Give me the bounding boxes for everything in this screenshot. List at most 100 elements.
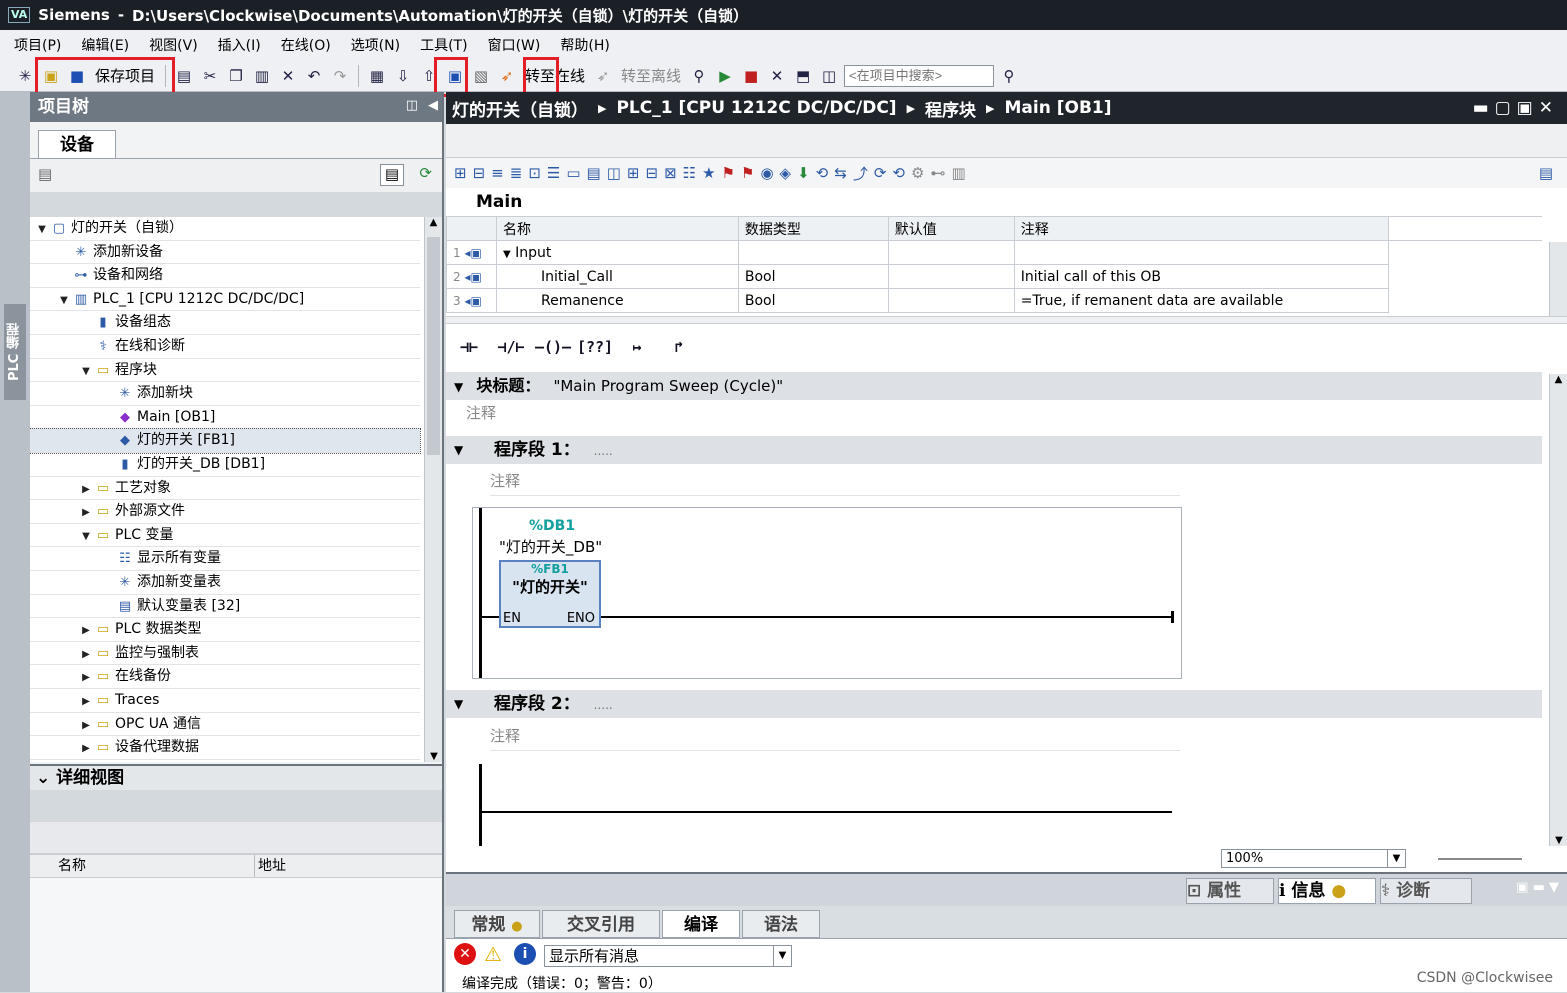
fb-call-box[interactable]: %FB1 "灯的开关" EN ENO: [499, 560, 601, 628]
tree-item[interactable]: ▶▭OPC UA 通信: [30, 713, 420, 737]
breadcrumb-main[interactable]: Main [OB1]: [1005, 98, 1112, 118]
eno-pin[interactable]: ENO: [567, 611, 595, 626]
block-comment[interactable]: 注释: [466, 402, 496, 423]
new-project-icon[interactable]: ✳: [14, 65, 36, 87]
info-filter-icon[interactable]: i: [514, 943, 536, 965]
tree-item[interactable]: ▶▭工艺对象: [30, 477, 420, 501]
go-online-icon[interactable]: ➶: [496, 65, 518, 87]
tree-item[interactable]: ▮设备组态: [30, 311, 420, 335]
warning-filter-icon[interactable]: ⚠: [484, 943, 502, 965]
table-row[interactable]: 2 ◂▣ Initial_Call Bool Initial call of t…: [447, 265, 1543, 289]
tab-compile[interactable]: 编译: [662, 910, 740, 938]
copy-icon[interactable]: ❐: [225, 65, 247, 87]
param-type[interactable]: [738, 241, 888, 265]
editor-scrollbar[interactable]: ▲ ▼: [1549, 374, 1567, 846]
snapshot-icon[interactable]: ⟲: [816, 164, 829, 182]
breadcrumb-project[interactable]: 灯的开关（自锁）: [452, 96, 588, 121]
start-simulation-icon[interactable]: ▣: [444, 65, 466, 87]
expand-down-icon[interactable]: ▼: [78, 525, 94, 549]
param-default[interactable]: [888, 265, 1014, 289]
param-type[interactable]: Bool: [738, 289, 888, 313]
param-name[interactable]: Initial_Call: [496, 265, 738, 289]
col-comment-header[interactable]: 注释: [1014, 217, 1388, 241]
go-online-button[interactable]: 转至在线: [522, 65, 588, 86]
split-vertical-icon[interactable]: ◫: [818, 65, 840, 87]
tree-item[interactable]: ▶▭在线备份: [30, 665, 420, 689]
compare-icon[interactable]: ⇆: [834, 164, 847, 182]
tab-devices[interactable]: 设备: [38, 130, 116, 158]
empty-box-icon[interactable]: [??]: [576, 328, 614, 366]
param-default[interactable]: [888, 241, 1014, 265]
tree-item[interactable]: ▶▭外部源文件: [30, 500, 420, 524]
network-1-comment[interactable]: 注释: [490, 470, 1180, 496]
error-filter-icon[interactable]: ✕: [454, 943, 476, 965]
insert-row-icon[interactable]: ≡: [491, 164, 504, 182]
tree-item[interactable]: ▼▭PLC 变量: [30, 524, 420, 548]
expand-right-icon[interactable]: ▶: [78, 737, 94, 761]
network-2-comment[interactable]: 注释: [490, 725, 1180, 751]
window-controls[interactable]: ▬▢▣✕: [1473, 98, 1559, 118]
update-calls-icon[interactable]: ⬇: [797, 164, 810, 182]
menu-view[interactable]: 视图(V): [149, 35, 198, 55]
expand-right-icon[interactable]: ▶: [78, 478, 94, 502]
breadcrumb-blocks[interactable]: 程序块: [925, 96, 976, 121]
compile-icon[interactable]: ▦: [366, 65, 388, 87]
refresh-icon[interactable]: ⟳: [419, 164, 432, 182]
plc-programming-tab[interactable]: PLC 编程: [4, 304, 26, 400]
insert-network-icon[interactable]: ⊞: [454, 164, 467, 182]
lock-icon[interactable]: ▥: [951, 164, 965, 182]
tree-item[interactable]: ▼▢灯的开关（自锁）: [30, 217, 420, 241]
param-comment[interactable]: [1014, 241, 1388, 265]
tree-item[interactable]: ▤默认变量表 [32]: [30, 595, 420, 619]
layout-toggle-icon[interactable]: ▤: [1539, 164, 1553, 182]
menu-tools[interactable]: 工具(T): [420, 35, 467, 55]
menu-insert[interactable]: 插入(I): [218, 35, 261, 55]
stop-simulation-icon[interactable]: ▧: [470, 65, 492, 87]
save-project-button[interactable]: 保存项目: [92, 65, 158, 86]
col-name-header[interactable]: 名称: [496, 217, 738, 241]
param-type[interactable]: Bool: [738, 265, 888, 289]
upload-icon[interactable]: ⇧: [418, 65, 440, 87]
menu-help[interactable]: 帮助(H): [560, 35, 609, 55]
network-overview-icon[interactable]: ⊠: [664, 164, 677, 182]
project-search-input[interactable]: [844, 65, 994, 87]
zoom-select[interactable]: 100% ▼: [1221, 849, 1406, 868]
search-icon[interactable]: ⚲: [998, 65, 1020, 87]
interface-scrollbar[interactable]: [1549, 242, 1567, 316]
library-icon[interactable]: ⤴: [853, 163, 868, 184]
tree-scrollbar[interactable]: ▲ ▼: [424, 217, 442, 762]
param-default[interactable]: [888, 289, 1014, 313]
network-title-placeholder[interactable]: .....: [594, 698, 613, 712]
delete-icon[interactable]: ✕: [277, 65, 299, 87]
tab-diagnostics[interactable]: ⚕ 诊断: [1380, 878, 1472, 904]
go-offline-icon[interactable]: ➶: [592, 65, 614, 87]
open-all-icon[interactable]: ⊞: [627, 164, 640, 182]
open-project-icon[interactable]: ▣: [40, 65, 62, 87]
en-pin[interactable]: EN: [503, 611, 521, 626]
breadcrumb-plc[interactable]: PLC_1 [CPU 1212C DC/DC/DC]: [616, 98, 896, 118]
scroll-down-icon[interactable]: ▼: [1550, 835, 1567, 846]
menu-edit[interactable]: 编辑(E): [81, 35, 129, 55]
glasses-icon[interactable]: ⊷: [930, 164, 945, 182]
tab-cross-reference[interactable]: 交叉引用: [542, 910, 660, 938]
stop-monitoring-icon[interactable]: ⟲: [892, 164, 905, 182]
param-comment[interactable]: =True, if remanent data are available: [1014, 289, 1388, 313]
close-branch-icon[interactable]: ↱: [660, 328, 698, 366]
scroll-up-icon[interactable]: ▲: [1550, 374, 1567, 385]
download-icon[interactable]: ⇩: [392, 65, 414, 87]
menu-online[interactable]: 在线(O): [281, 35, 331, 55]
no-contact-icon[interactable]: ⊣⊢: [450, 328, 488, 366]
splitter[interactable]: [446, 316, 1567, 324]
tree-item[interactable]: ✳添加新块: [30, 382, 420, 406]
nc-contact-icon[interactable]: ⊣/⊢: [492, 328, 530, 366]
tree-item[interactable]: ✳添加新变量表: [30, 571, 420, 595]
print-icon[interactable]: ▤: [173, 65, 195, 87]
close-all-icon[interactable]: ⊟: [645, 164, 658, 182]
start-cpu-icon[interactable]: ▶: [714, 65, 736, 87]
col-type-header[interactable]: 数据类型: [738, 217, 888, 241]
tree-item[interactable]: ◆灯的开关 [FB1]: [30, 429, 420, 453]
tree-item[interactable]: ◆Main [OB1]: [30, 406, 420, 430]
expand-down-icon[interactable]: ▼: [78, 360, 94, 384]
col-name[interactable]: 名称: [58, 855, 86, 877]
go-offline-button[interactable]: 转至离线: [618, 65, 684, 86]
